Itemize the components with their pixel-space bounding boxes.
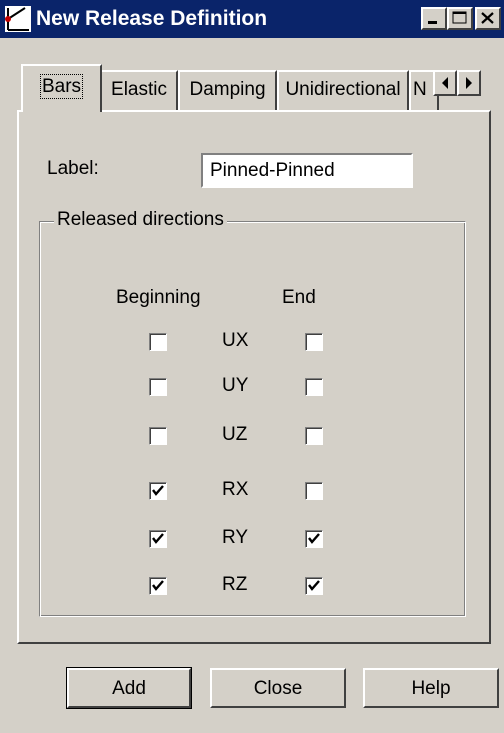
direction-label-ry: RY (222, 527, 249, 548)
tab-bars[interactable]: Bars (21, 64, 102, 112)
released-directions-group (39, 221, 466, 617)
checkbox-end-uz[interactable] (305, 427, 323, 445)
checkbox-end-ux[interactable] (305, 333, 323, 351)
checkbox-beginning-rx[interactable] (149, 482, 167, 500)
dialog-window: New Release Definition Bars Elastic Damp… (0, 0, 504, 733)
checkbox-beginning-uz[interactable] (149, 427, 167, 445)
group-title: Released directions (54, 209, 227, 231)
title-bar[interactable]: New Release Definition (0, 0, 504, 38)
checkmark-icon (308, 580, 320, 591)
direction-label-rx: RX (222, 479, 249, 500)
add-button[interactable]: Add (66, 667, 192, 709)
tab-damping[interactable]: Damping (178, 70, 277, 110)
arrow-right-icon (466, 77, 472, 89)
tab-scroll-right-button[interactable] (457, 70, 481, 96)
label-input[interactable] (201, 153, 413, 188)
close-window-button[interactable] (475, 7, 501, 30)
checkbox-end-rz[interactable] (305, 577, 323, 595)
column-header-end: End (282, 287, 316, 308)
direction-label-uy: UY (222, 375, 249, 396)
minimize-button[interactable] (421, 7, 447, 30)
direction-label-uz: UZ (222, 424, 248, 445)
tab-unidirectional[interactable]: Unidirectional (277, 70, 409, 110)
close-icon (481, 12, 494, 24)
direction-label-ux: UX (222, 330, 249, 351)
maximize-button[interactable] (447, 7, 473, 30)
tab-elastic[interactable]: Elastic (100, 70, 178, 110)
checkbox-beginning-ry[interactable] (149, 530, 167, 548)
checkmark-icon (152, 580, 164, 591)
checkmark-icon (308, 533, 320, 544)
app-icon (5, 6, 31, 32)
checkbox-end-rx[interactable] (305, 482, 323, 500)
checkbox-end-uy[interactable] (305, 378, 323, 396)
checkmark-icon (152, 533, 164, 544)
arrow-left-icon (442, 77, 448, 89)
checkbox-end-ry[interactable] (305, 530, 323, 548)
label-caption: Label: (47, 158, 99, 179)
tab-scroll-left-button[interactable] (433, 70, 457, 96)
help-button[interactable]: Help (363, 668, 499, 708)
window-title: New Release Definition (36, 7, 268, 30)
checkbox-beginning-ux[interactable] (149, 333, 167, 351)
checkbox-beginning-rz[interactable] (149, 577, 167, 595)
checkbox-beginning-uy[interactable] (149, 378, 167, 396)
checkmark-icon (152, 485, 164, 496)
direction-label-rz: RZ (222, 574, 248, 595)
column-header-beginning: Beginning (116, 287, 201, 308)
close-button[interactable]: Close (210, 668, 346, 708)
